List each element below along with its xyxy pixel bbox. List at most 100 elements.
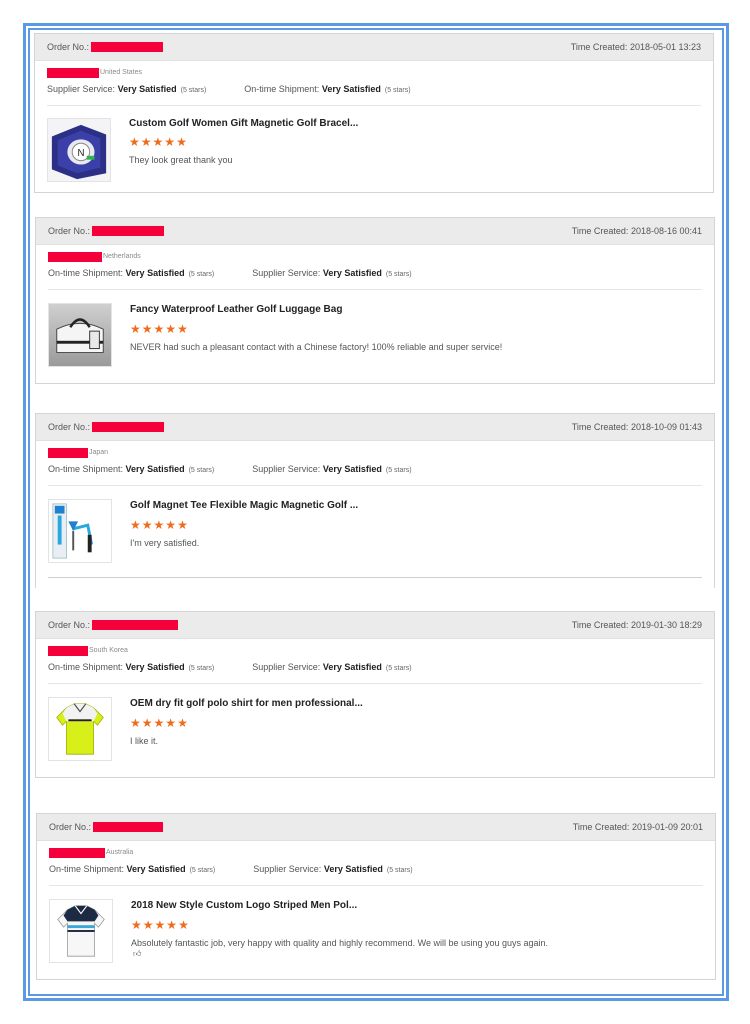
star-icon: ★ — [164, 135, 176, 149]
star-icon: ★ — [130, 716, 141, 730]
time-label: Time Created: — [571, 422, 629, 432]
rating-label: On-time Shipment: — [48, 464, 124, 474]
rating-label: On-time Shipment: — [48, 662, 124, 672]
star-icon: ★ — [165, 518, 177, 532]
golf-luggage-bag-image — [49, 304, 111, 366]
star-icon: ★ — [165, 716, 177, 730]
rating-label: Supplier Service: — [252, 464, 321, 474]
buyer-name-redacted — [48, 447, 88, 458]
divider — [49, 885, 703, 886]
review-comment: I'm very satisfied. — [130, 538, 200, 548]
product-thumbnail[interactable] — [48, 499, 112, 563]
review-comment: I like it. — [130, 736, 159, 746]
buyer-meta: United States Supplier Service: Very Sat… — [35, 61, 713, 106]
product-title-link[interactable]: Custom Golf Women Gift Magnetic Golf Bra… — [129, 118, 358, 129]
divider — [48, 289, 702, 290]
star-icon: ★ — [130, 518, 141, 532]
yellow-polo-shirt-image — [49, 698, 111, 760]
rating-value: Very Satisfied — [321, 84, 381, 94]
rating-value: Very Satisfied — [125, 662, 185, 672]
star-icon: ★ — [178, 918, 189, 932]
review-card: Order No.: Time Created: 2018-10-09 01:4… — [35, 413, 715, 588]
order-label: Order No.: — [48, 226, 91, 236]
star-rating: ★ ★ ★ ★ ★ — [130, 717, 189, 729]
product-title-link[interactable]: OEM dry fit golf polo shirt for men prof… — [130, 698, 363, 709]
star-icon: ★ — [130, 322, 141, 336]
order-label: Order No.: — [49, 822, 92, 832]
star-rating: ★ ★ ★ ★ ★ — [129, 136, 188, 148]
buyer-country: Japan — [89, 449, 109, 456]
divider — [48, 683, 702, 684]
stars-note: (5 stars) — [180, 87, 207, 94]
stars-note: (5 stars) — [384, 87, 411, 94]
star-icon: ★ — [141, 322, 153, 336]
rating-label: Supplier Service: — [252, 268, 321, 278]
product-title-link[interactable]: Golf Magnet Tee Flexible Magic Magnetic … — [130, 500, 358, 511]
stars-note: (5 stars) — [385, 271, 412, 278]
star-icon: ★ — [153, 716, 165, 730]
review-card: Order No.: Time Created: 2018-05-01 13:2… — [34, 33, 714, 193]
buyer-country: South Korea — [89, 647, 128, 654]
star-rating: ★ ★ ★ ★ ★ — [130, 519, 189, 531]
star-icon: ★ — [166, 918, 178, 932]
star-icon: ★ — [141, 716, 153, 730]
buyer-country: United States — [100, 69, 143, 76]
striped-polo-shirt-image — [50, 900, 112, 962]
product-thumbnail[interactable] — [48, 303, 112, 367]
rating-value: Very Satisfied — [322, 268, 382, 278]
time-value: 2019-01-09 20:01 — [631, 822, 703, 832]
rating-value: Very Satisfied — [323, 864, 383, 874]
buyer-name-redacted — [47, 67, 99, 78]
time-label: Time Created: — [570, 42, 628, 52]
rating-value: Very Satisfied — [322, 662, 382, 672]
star-icon: ★ — [177, 716, 188, 730]
buyer-country: Netherlands — [103, 253, 141, 260]
buyer-meta: Japan On-time Shipment: Very Satisfied (5… — [36, 441, 714, 486]
buyer-name-redacted — [48, 251, 102, 262]
star-icon: ★ — [129, 135, 140, 149]
order-number-redacted — [92, 422, 165, 432]
star-icon: ★ — [165, 322, 177, 336]
buyer-country: Australia — [106, 849, 134, 856]
star-icon: ★ — [142, 918, 154, 932]
product-thumbnail[interactable] — [48, 697, 112, 761]
star-icon: ★ — [177, 518, 188, 532]
review-comment: Absolutely fantastic job, very happy wit… — [131, 938, 549, 948]
review-card: Order No.: Time Created: 2019-01-09 20:0… — [36, 813, 716, 980]
star-icon: ★ — [177, 322, 188, 336]
stars-note: (5 stars) — [386, 867, 413, 874]
time-value: 2018-08-16 00:41 — [630, 226, 702, 236]
time-value: 2018-05-01 13:23 — [629, 42, 701, 52]
order-number-redacted — [91, 42, 164, 52]
stars-note: (5 stars) — [189, 867, 216, 874]
order-label: Order No.: — [47, 42, 90, 52]
stars-note: (5 stars) — [188, 467, 215, 474]
order-number-redacted — [92, 226, 165, 236]
star-icon: ★ — [176, 135, 187, 149]
divider — [48, 485, 702, 486]
review-card: Order No.: Time Created: 2018-08-16 00:4… — [35, 217, 715, 384]
product-thumbnail[interactable]: N — [47, 118, 111, 182]
divider — [47, 105, 701, 106]
product-title-link[interactable]: Fancy Waterproof Leather Golf Luggage Ba… — [130, 304, 342, 315]
review-header: Order No.: Time Created: 2018-10-09 01:4… — [36, 414, 714, 441]
time-label: Time Created: — [572, 822, 630, 832]
buyer-meta: South Korea On-time Shipment: Very Satis… — [36, 639, 714, 684]
rating-label: Supplier Service: — [253, 864, 322, 874]
buyer-name-redacted — [49, 847, 105, 858]
stars-note: (5 stars) — [385, 665, 412, 672]
star-icon: ★ — [140, 135, 152, 149]
rating-label: On-time Shipment: — [244, 84, 320, 94]
review-card: Order No.: Time Created: 2019-01-30 18:2… — [35, 611, 715, 778]
product-thumbnail[interactable] — [49, 899, 113, 963]
thumbs-up-icon: 👍︎ — [133, 949, 142, 958]
review-header: Order No.: Time Created: 2019-01-30 18:2… — [36, 612, 714, 639]
product-title-link[interactable]: 2018 New Style Custom Logo Striped Men P… — [131, 900, 357, 911]
buyer-name-redacted — [48, 645, 88, 656]
star-rating: ★ ★ ★ ★ ★ — [130, 323, 189, 335]
star-icon: ★ — [152, 135, 164, 149]
review-comment: They look great thank you — [129, 155, 233, 165]
star-icon: ★ — [153, 322, 165, 336]
star-rating: ★ ★ ★ ★ ★ — [131, 919, 190, 931]
buyer-meta: Australia On-time Shipment: Very Satisfi… — [37, 841, 715, 886]
